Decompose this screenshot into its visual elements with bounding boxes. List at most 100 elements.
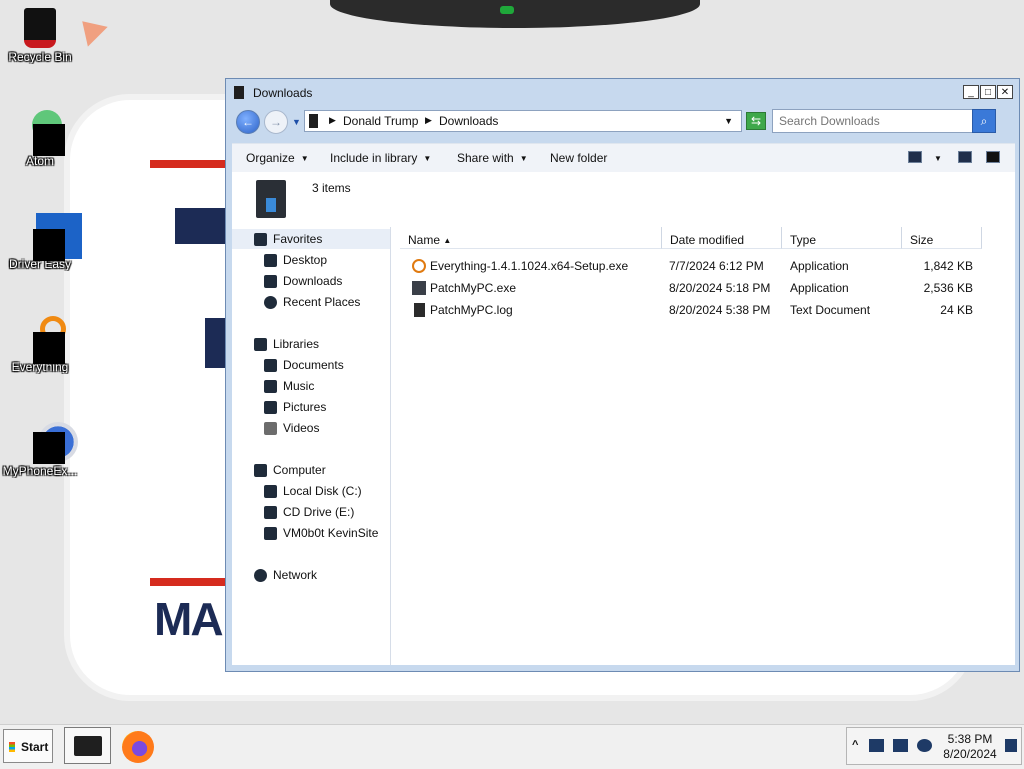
view-options-dropdown-icon[interactable]: ▼ [934, 154, 942, 163]
refresh-button[interactable]: ⇆ [746, 112, 766, 130]
file-name: PatchMyPC.exe [430, 281, 517, 295]
nav-label: Recent Places [283, 295, 361, 309]
nav-label: Videos [283, 421, 320, 435]
nav-pictures[interactable]: Pictures [232, 397, 390, 417]
organize-label: Organize [246, 151, 295, 165]
start-label: Start [21, 740, 49, 754]
window-titlebar[interactable]: Downloads _ □ ✕ [226, 79, 1019, 105]
file-size: 24 KB [940, 303, 973, 317]
file-row[interactable]: PatchMyPC.log 8/20/2024 5:38 PM Text Doc… [392, 299, 1015, 321]
nav-recent-places[interactable]: Recent Places [232, 292, 390, 312]
show-desktop-icon[interactable] [1005, 739, 1017, 752]
new-folder-button[interactable]: New folder [550, 151, 607, 165]
nav-libraries[interactable]: Libraries [232, 334, 390, 354]
network-tray-icon[interactable] [869, 739, 884, 752]
file-date: 8/20/2024 5:18 PM [669, 281, 771, 295]
nav-computer[interactable]: Computer [232, 460, 390, 480]
desktop-icon-driver-easy[interactable]: Driver Easy [0, 211, 82, 271]
nav-favorites[interactable]: Favorites [232, 229, 390, 249]
wallpaper-red-bar [150, 578, 225, 586]
column-header-type[interactable]: Type [782, 227, 902, 249]
chevron-down-icon: ▼ [300, 154, 309, 163]
close-button[interactable]: ✕ [997, 85, 1013, 99]
clock-date: 8/20/2024 [943, 747, 997, 761]
organize-menu[interactable]: Organize ▼ [246, 151, 309, 165]
search-icon[interactable]: ⌕ [972, 109, 996, 133]
nav-label: CD Drive (E:) [283, 505, 355, 519]
column-header-size[interactable]: Size [902, 227, 982, 249]
nav-label: Desktop [283, 253, 328, 267]
downloads-folder-icon [256, 180, 286, 218]
file-date: 8/20/2024 5:38 PM [669, 303, 771, 317]
command-bar: Organize ▼ Include in library ▼ Share with… [232, 143, 1015, 173]
breadcrumb-downloads[interactable]: Downloads [439, 114, 498, 128]
firefox-icon[interactable] [122, 731, 154, 763]
explorer-content: 3 items Favorites Desktop Downloads Rece… [232, 172, 1015, 665]
nav-label: Network [273, 568, 318, 582]
change-view-icon[interactable] [908, 151, 922, 163]
show-hidden-icons-icon[interactable]: ^ [852, 739, 858, 751]
atom-icon [18, 108, 65, 156]
desktop-icon [264, 254, 277, 267]
include-in-library-menu[interactable]: Include in library ▼ [330, 151, 431, 165]
key-icon [412, 259, 426, 273]
nav-label: Libraries [273, 337, 320, 351]
nav-downloads[interactable]: Downloads [232, 271, 390, 291]
column-header-name[interactable]: Name ▲ [400, 227, 662, 249]
file-list: Name ▲ Date modified Type Size Everythin… [392, 227, 1015, 665]
nav-local-disk-c[interactable]: Local Disk (C:) [232, 481, 390, 501]
log-file-icon [414, 303, 425, 317]
search-box[interactable]: ⌕ [772, 109, 996, 133]
desktop-icon-myphoneexplorer[interactable]: MyPhoneEx... [0, 418, 80, 478]
file-name: PatchMyPC.log [430, 303, 513, 317]
myphoneexplorer-icon [18, 418, 78, 464]
file-name: Everything-1.4.1.1024.x64-Setup.exe [430, 259, 629, 273]
address-dropdown-icon[interactable]: ▼ [724, 116, 733, 126]
forward-button[interactable]: → [264, 110, 288, 134]
nav-documents[interactable]: Documents [232, 355, 390, 375]
chevron-down-icon: ▼ [519, 154, 528, 163]
window-title: Downloads [253, 86, 313, 100]
taskbar-explorer-button[interactable] [64, 727, 111, 764]
desktop-icon-atom[interactable]: Atom [0, 108, 80, 168]
nav-cd-drive-e[interactable]: CD Drive (E:) [232, 502, 390, 522]
desktop-icon-everything[interactable]: Everything [0, 314, 80, 374]
file-row[interactable]: Everything-1.4.1.1024.x64-Setup.exe 7/7/… [392, 255, 1015, 277]
nav-network[interactable]: Network [232, 565, 390, 585]
file-row[interactable]: PatchMyPC.exe 8/20/2024 5:18 PM Applicat… [392, 277, 1015, 299]
search-input[interactable] [773, 110, 975, 132]
breadcrumb-donald-trump[interactable]: Donald Trump [343, 114, 418, 128]
recent-pages-dropdown-icon[interactable]: ▼ [292, 117, 301, 127]
maximize-button[interactable]: □ [980, 85, 996, 99]
minimize-button[interactable]: _ [963, 85, 979, 99]
back-button[interactable]: ← [236, 110, 260, 134]
nav-label: Local Disk (C:) [283, 484, 362, 498]
nav-music[interactable]: Music [232, 376, 390, 396]
clock[interactable]: 5:38 PM 8/20/2024 [939, 732, 1001, 762]
nav-label: Favorites [273, 232, 323, 246]
share-with-menu[interactable]: Share with ▼ [457, 151, 528, 165]
breadcrumb-arrow-icon[interactable]: ▶ [329, 115, 336, 126]
help-icon[interactable] [986, 151, 1000, 163]
volume-icon[interactable] [917, 739, 932, 752]
network-drive-icon [264, 527, 277, 540]
recycle-bin-icon [18, 4, 62, 48]
wallpaper-letter-shape [175, 208, 225, 244]
nav-videos[interactable]: Videos [232, 418, 390, 438]
wallpaper-led [500, 6, 514, 14]
items-count: 3 items [312, 181, 351, 195]
display-tray-icon[interactable] [893, 739, 908, 752]
breadcrumb-arrow-icon[interactable]: ▶ [425, 115, 432, 126]
address-bar[interactable]: ▶ Donald Trump ▶ Downloads ▼ [304, 110, 742, 132]
desktop-icon-recycle-bin[interactable]: Recycle Bin [0, 4, 80, 64]
file-date: 7/7/2024 6:12 PM [669, 259, 764, 273]
nav-desktop[interactable]: Desktop [232, 250, 390, 270]
preview-pane-icon[interactable] [958, 151, 972, 163]
folder-icon [309, 114, 318, 128]
column-header-date[interactable]: Date modified [662, 227, 782, 249]
nav-network-share[interactable]: VM0b0t KevinSite [232, 523, 390, 543]
explorer-window: Downloads _ □ ✕ ← → ▼ ▶ Donald Trump ▶ D… [225, 78, 1020, 672]
start-button[interactable]: Start [3, 729, 53, 763]
sort-ascending-icon: ▲ [443, 236, 452, 245]
desktop-icon-label: MyPhoneEx... [2, 464, 78, 478]
